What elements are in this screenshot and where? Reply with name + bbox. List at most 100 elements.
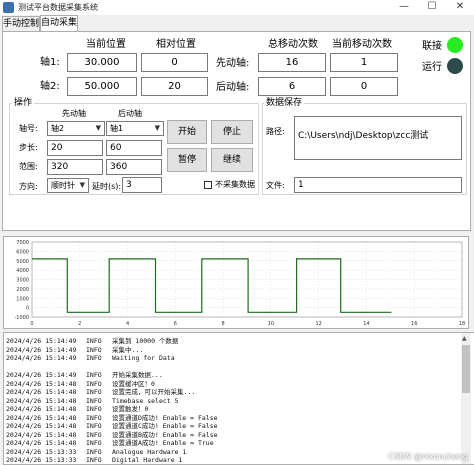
log-message: 采集中...: [112, 345, 144, 354]
log-row: 2024/4/26 15:14:49 INFO 采集到 10000 个数据: [6, 337, 178, 345]
log-message: 开始采集数据...: [112, 371, 163, 379]
y-tick-label: 1000: [16, 296, 29, 302]
header-total-moves: 总移动次数: [268, 39, 318, 50]
log-time: 2024/4/26 15:14:48: [6, 379, 77, 388]
direction-label: 方向:: [19, 182, 38, 191]
y-tick-label: 4000: [16, 268, 29, 274]
log-message: 设置通道A成功! Enable = True: [112, 439, 214, 447]
second-axis-label: 后动轴:: [216, 82, 250, 93]
axis2-total-moves[interactable]: 6: [258, 77, 326, 96]
range-label: 范围:: [19, 162, 38, 171]
close-button[interactable]: ✕: [446, 0, 474, 15]
second-axis-step-input[interactable]: 60: [106, 140, 162, 156]
axis1-total-moves[interactable]: 16: [258, 53, 326, 72]
first-axis-select[interactable]: 轴2 ▼: [47, 121, 105, 136]
waveform-chart-svg: 70006000500040003000200010000-10000 2 4 6 8 1…: [14, 240, 465, 327]
axis1-relative-position[interactable]: 0: [141, 53, 208, 72]
x-tick-label: 12: [315, 321, 321, 327]
y-tick-label: 6000: [16, 249, 29, 255]
first-axis-select-value: 轴2: [51, 124, 65, 133]
log-level: INFO: [86, 422, 102, 430]
header-current-moves: 当前移动次数: [332, 39, 392, 50]
connect-indicator: [447, 37, 463, 53]
log-message: Analogue Hardware 1: [112, 447, 187, 456]
app-icon: [3, 2, 14, 13]
path-label: 路径:: [266, 127, 285, 136]
log-scrollbar-thumb[interactable]: [462, 345, 470, 393]
log-level: INFO: [86, 337, 102, 345]
log-time: 2024/4/26 15:14:48: [6, 439, 77, 447]
path-textbox[interactable]: C:\Users\ndj\Desktop\zcc测试: [294, 116, 462, 160]
log-row: 2024/4/26 15:13:33 INFO Digital Hardware 1: [6, 456, 182, 464]
log-time: 2024/4/26 15:14:48: [6, 430, 77, 439]
log-time: 2024/4/26 15:14:48: [6, 413, 77, 422]
log-time: 2024/4/26 15:13:33: [6, 447, 77, 456]
pause-button[interactable]: 暂停: [167, 148, 207, 172]
first-axis-range-input[interactable]: 320: [47, 159, 103, 175]
log-message: 设置缓冲区！0: [112, 379, 155, 388]
log-message: 采集到 10000 个数据: [112, 337, 179, 345]
x-tick-label: 10: [268, 321, 274, 327]
scroll-up-icon[interactable]: ▲: [462, 335, 467, 342]
log-level: INFO: [86, 430, 102, 439]
x-tick-label: 14: [363, 321, 369, 327]
log-time: 2024/4/26 15:14:48: [6, 396, 77, 405]
second-axis-range-input[interactable]: 360: [106, 159, 162, 175]
direction-select[interactable]: 顺时针 ▼: [47, 178, 89, 193]
log-time: 2024/4/26 15:14:48: [6, 388, 77, 396]
no-collect-label: 不采集数据: [215, 180, 255, 189]
data-save-group-title: 数据保存: [264, 98, 305, 109]
log-row: 2024/4/26 15:14:48 INFO 设置通道B成功! Enable = …: [6, 431, 218, 439]
x-tick-label: 6: [174, 321, 177, 327]
no-collect-checkbox[interactable]: [204, 181, 212, 189]
log-level: INFO: [86, 413, 102, 422]
log-row: 2024/4/26 15:14:48 INFO 设置通道C成功! Enable = …: [6, 422, 218, 430]
minimize-button[interactable]: —: [390, 0, 418, 15]
file-name-input[interactable]: 1: [294, 177, 462, 193]
axis2-current-moves[interactable]: 0: [330, 77, 398, 96]
log-row: 2024/4/26 15:14:49 INFO Waiting for Data: [6, 354, 175, 362]
chevron-down-icon: ▼: [154, 124, 160, 132]
log-row: 2024/4/26 15:14:48 INFO 设置触发！0: [6, 405, 148, 413]
axis2-current-position[interactable]: 50.000: [67, 77, 137, 96]
y-tick-label: 2000: [16, 287, 29, 293]
tab-auto-collect[interactable]: 自动采集: [40, 15, 78, 31]
y-tick-label: 0: [26, 306, 29, 312]
first-axis-step-input[interactable]: 20: [47, 140, 103, 156]
resume-button[interactable]: 继续: [211, 148, 253, 172]
stop-button[interactable]: 停止: [211, 120, 253, 144]
delay-input[interactable]: 3: [122, 177, 162, 193]
first-axis-column-header: 先动轴: [62, 109, 86, 118]
plot-area: [31, 241, 463, 318]
log-row: 2024/4/26 15:14:48 INFO Timebase select 5: [6, 397, 179, 405]
axis1-label: 轴1:: [40, 57, 60, 68]
connect-label: 联接: [422, 41, 442, 52]
run-label: 运行: [422, 62, 442, 73]
second-axis-select[interactable]: 轴1 ▼: [106, 121, 164, 136]
log-time: 2024/4/26 15:13:33: [6, 456, 77, 464]
log-time: 2024/4/26 15:14:49: [6, 371, 77, 379]
axis1-current-position[interactable]: 30.000: [67, 53, 137, 72]
y-tick-label: 3000: [16, 278, 29, 284]
header-current-position: 当前位置: [86, 39, 126, 50]
second-axis-select-value: 轴1: [110, 124, 124, 133]
file-label: 文件:: [266, 181, 285, 190]
log-time: 2024/4/26 15:14:49: [6, 337, 77, 345]
x-tick-label: 18: [459, 321, 465, 327]
start-button[interactable]: 开始: [167, 120, 207, 144]
axis2-relative-position[interactable]: 20: [141, 77, 208, 96]
log-row: 2024/4/26 15:14:48 INFO 设置通道A成功! Enable = …: [6, 439, 214, 447]
maximize-button[interactable]: ☐: [418, 0, 446, 15]
axis-number-label: 轴号:: [19, 124, 38, 133]
axis1-current-moves[interactable]: 1: [330, 53, 398, 72]
log-time: 2024/4/26 15:14:48: [6, 422, 77, 430]
log-message: 设置完成，可以开始采集...: [112, 388, 196, 396]
log-message: Timebase select 5: [112, 396, 179, 405]
tab-manual-control[interactable]: 手动控制: [2, 16, 40, 31]
log-message: 设置通道D成功! Enable = False: [112, 413, 218, 422]
log-row: 2024/4/26 15:14:48 INFO 设置完成，可以开始采集...: [6, 388, 195, 396]
axis2-label: 轴2:: [40, 81, 60, 92]
header-relative-position: 相对位置: [156, 39, 196, 50]
log-level: INFO: [86, 388, 102, 396]
log-level: INFO: [86, 345, 102, 354]
